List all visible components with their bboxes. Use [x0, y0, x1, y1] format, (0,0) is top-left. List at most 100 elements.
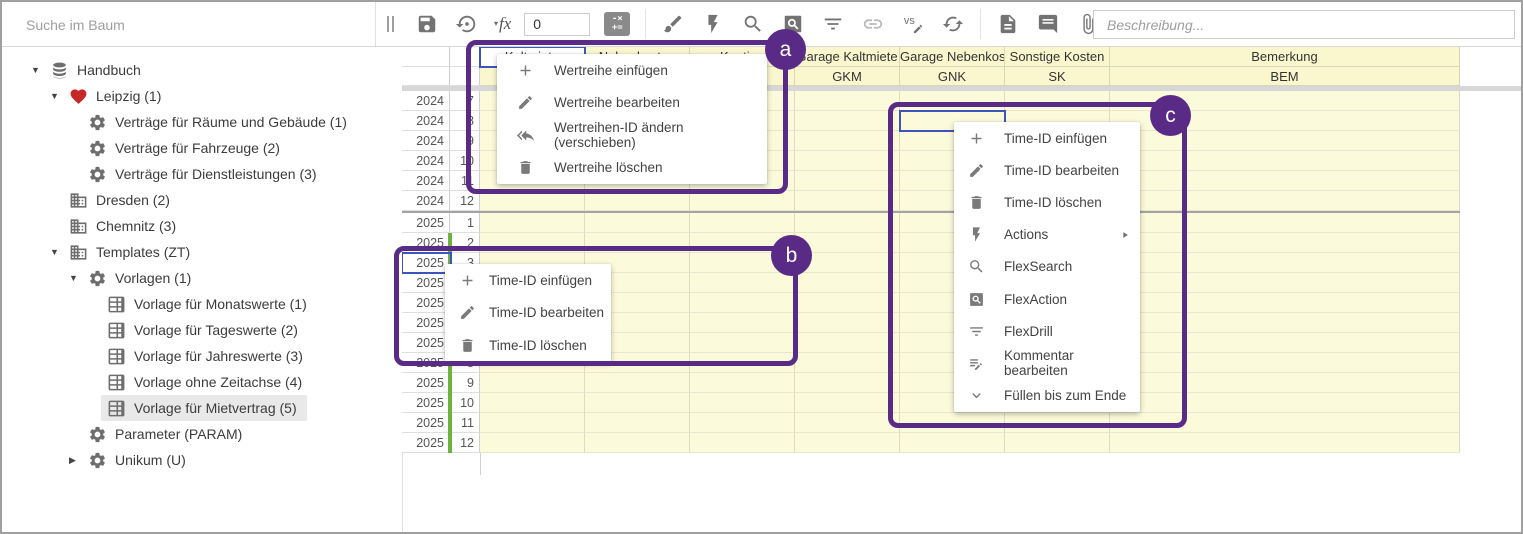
brush-button[interactable]	[662, 13, 684, 35]
grid-cell[interactable]	[1110, 191, 1460, 211]
tree-item[interactable]: ▼Leipzig (1)	[2, 83, 402, 109]
grid-cell[interactable]	[480, 233, 585, 253]
grid-cell[interactable]	[1110, 433, 1460, 453]
tree-item[interactable]: Dresden (2)	[2, 187, 402, 213]
row-header-year[interactable]: 2025	[402, 213, 450, 233]
grid-cell[interactable]	[480, 433, 585, 453]
collapse-arrow-icon[interactable]: ▶	[67, 455, 88, 466]
menu-item[interactable]: Wertreihen-ID ändern (verschieben)	[497, 119, 767, 152]
grid-cell[interactable]	[1110, 293, 1460, 313]
grid-cell[interactable]	[585, 393, 690, 413]
expand-arrow-icon[interactable]: ▼	[48, 91, 69, 101]
grid-cell[interactable]	[1110, 171, 1460, 191]
vs-edit-button[interactable]: vs	[902, 13, 924, 35]
grid-cell[interactable]	[1110, 253, 1460, 273]
tree-item[interactable]: ▼Templates (ZT)	[2, 239, 402, 265]
grid-cell[interactable]	[1110, 151, 1460, 171]
tree-item[interactable]: Vorlage ohne Zeitachse (4)	[2, 369, 402, 395]
grid-cell[interactable]	[1110, 393, 1460, 413]
expand-arrow-icon[interactable]: ▼	[29, 65, 50, 75]
grid-cell[interactable]	[795, 393, 900, 413]
grid-cell[interactable]	[1110, 131, 1460, 151]
grid-cell[interactable]	[690, 233, 795, 253]
row-header-year[interactable]: 2024	[402, 111, 450, 131]
grid-cell[interactable]	[690, 413, 795, 433]
grid-cell[interactable]	[1110, 333, 1460, 353]
grid-cell[interactable]	[1110, 213, 1460, 233]
menu-item[interactable]: FlexDrill	[954, 315, 1140, 347]
tree-item[interactable]: Verträge für Räume und Gebäude (1)	[2, 109, 402, 135]
tree-item[interactable]: Vorlage für Monatswerte (1)	[2, 291, 402, 317]
grid-cell[interactable]	[1005, 413, 1110, 433]
grid-cell[interactable]	[900, 433, 1005, 453]
row-header-year[interactable]: 2025	[402, 273, 450, 293]
grid-cell[interactable]	[795, 313, 900, 333]
menu-item[interactable]: Actions	[954, 219, 1140, 251]
row-header-month[interactable]: 9	[450, 131, 480, 151]
grid-cell[interactable]	[795, 191, 900, 211]
grid-cell[interactable]	[690, 333, 795, 353]
row-header-year[interactable]: 2024	[402, 171, 450, 191]
column-header[interactable]: Bemerkung	[1110, 47, 1460, 67]
grid-cell[interactable]	[690, 353, 795, 373]
fx-dropdown-button[interactable]: ▾fx	[494, 14, 511, 34]
menu-item[interactable]: Time-ID bearbeiten	[954, 154, 1140, 186]
grid-cell[interactable]	[795, 293, 900, 313]
document-button[interactable]	[997, 13, 1019, 35]
grid-cell[interactable]	[480, 213, 585, 233]
row-header-year[interactable]: 2025	[402, 393, 450, 413]
grid-cell[interactable]	[795, 273, 900, 293]
grid-cell[interactable]	[900, 413, 1005, 433]
grid-cell[interactable]	[585, 213, 690, 233]
grid-cell[interactable]	[795, 353, 900, 373]
tree-search[interactable]	[2, 2, 376, 46]
column-header-abbr[interactable]: GKM	[795, 67, 900, 86]
tree-item[interactable]: Chemnitz (3)	[2, 213, 402, 239]
row-header-year[interactable]: 2025	[402, 293, 450, 313]
row-header-month[interactable]: 11	[450, 413, 480, 433]
grid-cell[interactable]	[1110, 233, 1460, 253]
menu-item[interactable]: Time-ID einfügen	[954, 122, 1140, 154]
grid-cell[interactable]	[585, 433, 690, 453]
row-header-year[interactable]: 2025	[402, 433, 450, 453]
tree-search-input[interactable]	[24, 13, 358, 37]
row-header-month[interactable]: 10	[450, 393, 480, 413]
flex-drill-button[interactable]	[822, 13, 844, 35]
menu-item[interactable]: Füllen bis zum Ende	[954, 380, 1140, 412]
panel-drag-handle-icon[interactable]	[387, 16, 397, 32]
description-input[interactable]	[1093, 10, 1515, 39]
comment-button[interactable]	[1037, 13, 1059, 35]
grid-cell[interactable]	[795, 213, 900, 233]
row-header-month[interactable]: 11	[450, 171, 480, 191]
tree-item[interactable]: ▼Handbuch	[2, 57, 402, 83]
row-header-month[interactable]: 2	[450, 233, 480, 253]
grid-cell[interactable]	[795, 91, 900, 111]
grid-cell[interactable]	[1110, 91, 1460, 111]
row-header-month[interactable]: 7	[450, 91, 480, 111]
row-header-year[interactable]: 2025	[402, 333, 450, 353]
menu-item[interactable]: Time-ID einfügen	[445, 264, 611, 297]
grid-cell[interactable]	[795, 151, 900, 171]
flex-action-button[interactable]	[782, 13, 804, 35]
tree-item[interactable]: Vorlage für Tageswerte (2)	[2, 317, 402, 343]
grid-cell[interactable]	[585, 233, 690, 253]
link-button[interactable]	[862, 13, 884, 35]
column-header-abbr[interactable]: BEM	[1110, 67, 1460, 86]
row-header-year[interactable]: 2024	[402, 191, 450, 211]
grid-cell[interactable]	[795, 253, 900, 273]
tree-item[interactable]: ▶Unikum (U)	[2, 447, 402, 473]
row-header-year[interactable]: 2024	[402, 151, 450, 171]
row-header-year[interactable]: 2025	[402, 353, 450, 373]
grid-cell[interactable]	[1110, 413, 1460, 433]
grid-cell[interactable]	[795, 373, 900, 393]
column-header[interactable]: Sonstige Kosten	[1005, 47, 1110, 67]
decimal-places-input[interactable]	[524, 13, 590, 36]
menu-item[interactable]: FlexSearch	[954, 251, 1140, 283]
grid-cell[interactable]	[1110, 373, 1460, 393]
grid-cell[interactable]	[795, 413, 900, 433]
grid-cell[interactable]	[795, 233, 900, 253]
grid-cell[interactable]	[1110, 313, 1460, 333]
grid-cell[interactable]	[795, 111, 900, 131]
grid-cell[interactable]	[1110, 111, 1460, 131]
row-header-month[interactable]: 12	[450, 433, 480, 453]
